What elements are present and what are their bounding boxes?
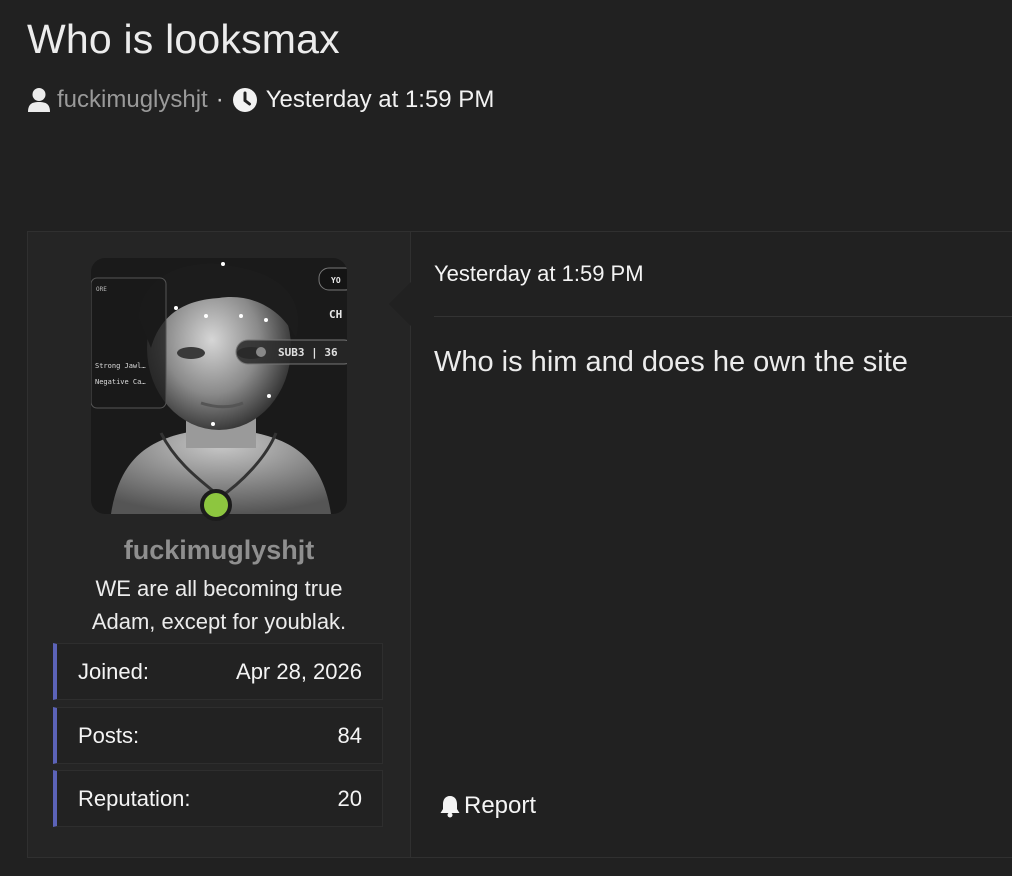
meta-separator: · — [215, 86, 224, 113]
thread-author-link[interactable]: fuckimuglyshjt — [57, 86, 208, 114]
report-button[interactable]: Report — [439, 792, 536, 820]
thread-page: Who is looksmax fuckimuglyshjt · Yesterd… — [0, 0, 1012, 876]
stat-joined: Joined: Apr 28, 2026 — [53, 643, 383, 700]
post-username[interactable]: fuckimuglyshjt — [28, 535, 410, 566]
thread-title: Who is looksmax — [27, 16, 340, 62]
post-arrow — [389, 282, 411, 326]
post-divider — [434, 316, 1012, 317]
stat-label: Joined: — [78, 658, 149, 684]
post-date-link[interactable]: Yesterday at 1:59 PM — [434, 261, 644, 287]
stat-reputation: Reputation: 20 — [53, 770, 383, 827]
online-status-dot — [200, 489, 232, 521]
thread-meta: fuckimuglyshjt · Yesterday at 1:59 PM — [27, 84, 494, 116]
report-label: Report — [464, 792, 537, 819]
post-user-cell: ORE Strong Jawl… Negative Ca… SUB3 | 36 … — [28, 232, 410, 857]
avatar-corner-mid: CH — [329, 308, 342, 321]
post-body: Yesterday at 1:59 PM Who is him and does… — [389, 232, 1012, 857]
stat-value: Apr 28, 2026 — [236, 658, 362, 684]
avatar-image: ORE Strong Jawl… Negative Ca… SUB3 | 36 … — [91, 258, 347, 514]
clock-icon — [232, 88, 257, 112]
user-icon — [28, 88, 50, 112]
post-message: Who is him and does he own the site — [434, 346, 908, 378]
stat-posts: Posts: 84 — [53, 707, 383, 764]
stat-value: 20 — [337, 785, 362, 811]
thread-date-link[interactable]: Yesterday at 1:59 PM — [266, 86, 495, 114]
avatar-corner-top: YO — [331, 276, 341, 285]
avatar-line1: Strong Jawl… — [95, 362, 146, 370]
avatar-line2: Negative Ca… — [95, 378, 146, 386]
avatar-panel-label: ORE — [96, 286, 107, 293]
bell-icon — [440, 796, 460, 818]
user-title: WE are all becoming true Adam, except fo… — [91, 576, 347, 634]
stat-label: Posts: — [78, 722, 140, 748]
stat-value: 84 — [337, 722, 362, 748]
avatar-pill: SUB3 | 36 — [278, 346, 338, 359]
stat-label: Reputation: — [78, 785, 191, 811]
avatar[interactable]: ORE Strong Jawl… Negative Ca… SUB3 | 36 … — [91, 258, 347, 514]
post: ORE Strong Jawl… Negative Ca… SUB3 | 36 … — [27, 231, 1012, 858]
